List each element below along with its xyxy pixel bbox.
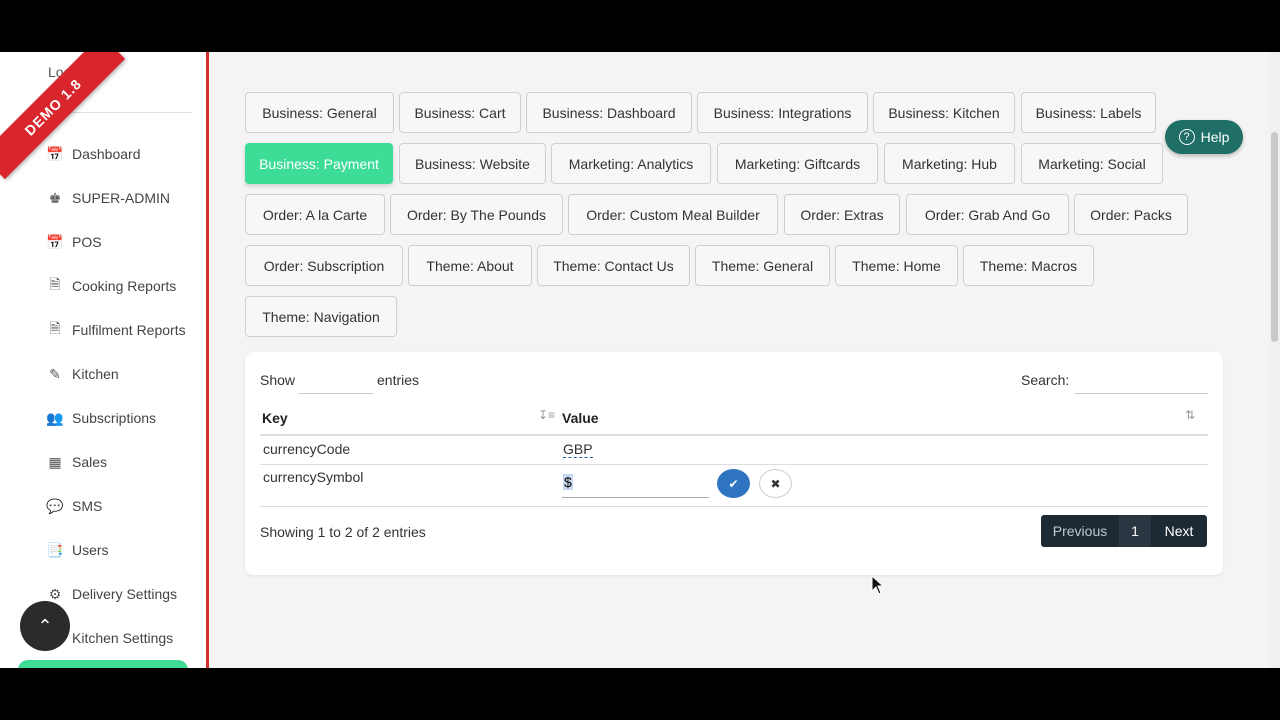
sort-both-icon[interactable]: ⇅: [1185, 408, 1195, 422]
cancel-edit-button[interactable]: ✖: [759, 469, 792, 498]
table-cell-key: currencyCode: [263, 441, 351, 457]
settings-table-card: Show entries Search: Key ↧≡ Value ⇅ curr…: [245, 352, 1223, 575]
tab-business-cart[interactable]: Business: Cart: [399, 92, 521, 133]
entries-per-page-select[interactable]: [298, 366, 373, 394]
document-icon: 🗎: [49, 276, 61, 292]
tab-business-kitchen[interactable]: Business: Kitchen: [873, 92, 1015, 133]
sidebar-item-label: Sales: [72, 454, 108, 470]
table-cell-key: currencySymbol: [263, 469, 364, 485]
table-row-divider: [260, 506, 1208, 507]
tab-order-custom-meal-builder[interactable]: Order: Custom Meal Builder: [568, 194, 778, 235]
sidebar-item-label: Cooking Reports: [72, 278, 177, 294]
search-input[interactable]: [1075, 366, 1208, 394]
tab-marketing-hub[interactable]: Marketing: Hub: [884, 143, 1015, 184]
sidebar-item-fulfilment-reports[interactable]: 🗎 Fulfilment Reports: [0, 308, 206, 352]
document-icon: 🗎: [49, 320, 61, 336]
carrot-icon: ✎: [49, 365, 61, 382]
entries-label: entries: [377, 372, 420, 388]
sidebar-item-subscriptions[interactable]: 👥 Subscriptions: [0, 396, 206, 440]
tab-marketing-social[interactable]: Marketing: Social: [1021, 143, 1163, 184]
mouse-cursor-icon: [871, 575, 885, 595]
tab-theme-contact-us[interactable]: Theme: Contact Us: [537, 245, 690, 286]
chevron-up-icon: ⌃: [37, 615, 53, 636]
sidebar-item-label: POS: [72, 234, 102, 250]
pagination-previous[interactable]: Previous: [1041, 515, 1119, 547]
app-viewport: Logout DEMO 1.8 📅Dashboard ♚SUPER-ADMIN …: [0, 52, 1280, 668]
sidebar-item-users[interactable]: 📑 Users: [0, 528, 206, 572]
sidebar-nav: 📅 Dashboard ♚ SUPER-ADMIN 📅 POS 🗎 Cooking Re…: [0, 132, 206, 660]
sidebar-item-label: Kitchen: [72, 366, 119, 382]
sidebar-item-sales[interactable]: ▦ Sales: [0, 440, 206, 484]
tab-marketing-analytics[interactable]: Marketing: Analytics: [551, 143, 711, 184]
inline-edit-value[interactable]: $: [563, 474, 573, 490]
pagination-next[interactable]: Next: [1151, 515, 1207, 547]
pagination: Previous 1 Next: [1041, 515, 1207, 547]
tab-business-general[interactable]: Business: General: [245, 92, 394, 133]
pagination-page-1[interactable]: 1: [1119, 515, 1151, 547]
sidebar: Logout DEMO 1.8 📅Dashboard ♚SUPER-ADMIN …: [0, 52, 206, 668]
tab-business-payment[interactable]: Business: Payment: [245, 143, 393, 184]
chat-icon: 💬: [46, 497, 64, 514]
column-header-value[interactable]: Value: [562, 410, 599, 426]
tab-order-subscription[interactable]: Order: Subscription: [245, 245, 403, 286]
tab-order-by-the-pounds[interactable]: Order: By The Pounds: [390, 194, 563, 235]
calendar-icon: 📅: [46, 233, 64, 250]
table-info: Showing 1 to 2 of 2 entries: [260, 524, 426, 540]
tab-order-a-la-carte[interactable]: Order: A la Carte: [245, 194, 385, 235]
tab-theme-about[interactable]: Theme: About: [408, 245, 532, 286]
help-label: Help: [1200, 129, 1230, 145]
users-icon: 👥: [46, 409, 64, 426]
search-label: Search:: [1021, 372, 1070, 388]
sidebar-item-label: Delivery Settings: [72, 586, 178, 602]
sidebar-item-label: SUPER-ADMIN: [72, 190, 171, 206]
tab-theme-general[interactable]: Theme: General: [695, 245, 830, 286]
tab-order-packs[interactable]: Order: Packs: [1074, 194, 1188, 235]
sidebar-item-super-admin[interactable]: ♚ SUPER-ADMIN: [0, 176, 206, 220]
tab-order-grab-and-go[interactable]: Order: Grab And Go: [906, 194, 1069, 235]
sidebar-item-label: SMS: [72, 498, 103, 514]
question-icon: ?: [1178, 129, 1195, 145]
tab-order-extras[interactable]: Order: Extras: [784, 194, 900, 235]
sidebar-item-cooking-reports[interactable]: 🗎 Cooking Reports: [0, 264, 206, 308]
tab-business-dashboard[interactable]: Business: Dashboard: [526, 92, 692, 133]
column-header-key[interactable]: Key: [262, 410, 288, 426]
tab-business-labels[interactable]: Business: Labels: [1021, 92, 1156, 133]
sidebar-item-label: Subscriptions: [72, 410, 157, 426]
crown-icon: ♚: [48, 189, 62, 206]
tab-theme-home[interactable]: Theme: Home: [835, 245, 958, 286]
sort-asc-icon[interactable]: ↧≡: [538, 408, 555, 422]
sidebar-item-label: Fulfilment Reports: [72, 322, 186, 338]
main-content: Business: General Business: Cart Busines…: [209, 52, 1269, 668]
calendar-icon: 📅: [46, 145, 64, 162]
sidebar-action-button[interactable]: [18, 660, 188, 668]
help-button[interactable]: ? Help: [1165, 120, 1243, 154]
cash-register-icon: ▦: [48, 453, 62, 470]
scroll-to-top-button[interactable]: ⌃: [20, 601, 70, 651]
cogs-icon: ⚙: [48, 585, 62, 602]
check-icon: ✔: [728, 476, 739, 491]
table-cell-value-editable[interactable]: GBP: [563, 441, 593, 458]
tab-theme-navigation[interactable]: Theme: Navigation: [245, 296, 397, 337]
sidebar-item-pos[interactable]: 📅 POS: [0, 220, 206, 264]
show-label: Show: [260, 372, 296, 388]
table-header-divider: [260, 434, 1208, 436]
tab-business-integrations[interactable]: Business: Integrations: [697, 92, 868, 133]
confirm-edit-button[interactable]: ✔: [717, 469, 750, 498]
inline-edit-input[interactable]: [562, 470, 709, 498]
sidebar-item-label: Dashboard: [72, 146, 141, 162]
sidebar-item-kitchen[interactable]: ✎ Kitchen: [0, 352, 206, 396]
tab-theme-macros[interactable]: Theme: Macros: [963, 245, 1094, 286]
tab-business-website[interactable]: Business: Website: [399, 143, 546, 184]
sidebar-item-label: Kitchen Settings: [72, 630, 174, 646]
sidebar-item-sms[interactable]: 💬 SMS: [0, 484, 206, 528]
page-scrollbar-thumb[interactable]: [1271, 132, 1278, 342]
sidebar-item-label: Users: [72, 542, 109, 558]
address-book-icon: 📑: [46, 541, 64, 558]
tab-marketing-giftcards[interactable]: Marketing: Giftcards: [717, 143, 878, 184]
table-row-divider: [260, 464, 1208, 465]
close-icon: ✖: [770, 476, 781, 491]
